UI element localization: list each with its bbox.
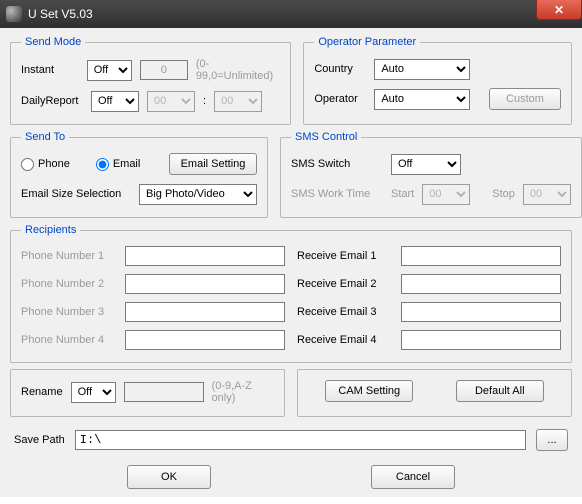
email-radio-label: Email	[113, 158, 141, 170]
phone3-label: Phone Number 3	[21, 306, 117, 318]
operator-legend: Operator Parameter	[314, 36, 420, 48]
instant-select[interactable]: Off	[87, 60, 132, 81]
country-select[interactable]: Auto	[374, 59, 470, 80]
email-size-label: Email Size Selection	[21, 188, 131, 200]
email3-label: Receive Email 3	[297, 306, 393, 318]
email3-input[interactable]	[401, 302, 561, 322]
send-to-group: Send To Phone Email Email Setting Email …	[10, 131, 268, 218]
instant-count-input	[140, 60, 188, 80]
email1-input[interactable]	[401, 246, 561, 266]
cam-setting-button[interactable]: CAM Setting	[325, 380, 413, 402]
phone1-input	[125, 246, 285, 266]
email2-label: Receive Email 2	[297, 278, 393, 290]
cancel-button[interactable]: Cancel	[371, 465, 455, 489]
email-radio[interactable]: Email	[96, 158, 141, 171]
send-mode-legend: Send Mode	[21, 36, 85, 48]
time-separator: :	[203, 95, 206, 107]
sms-control-group: SMS Control SMS Switch Off SMS Work Time…	[280, 131, 582, 218]
operator-label: Operator	[314, 93, 366, 105]
cam-default-group: CAM Setting Default All	[297, 369, 572, 417]
email2-input[interactable]	[401, 274, 561, 294]
dailyreport-label: DailyReport	[21, 95, 83, 107]
country-label: Country	[314, 63, 366, 75]
email-size-select[interactable]: Big Photo/Video	[139, 184, 257, 205]
send-to-legend: Send To	[21, 131, 69, 143]
phone4-input	[125, 330, 285, 350]
rename-input	[124, 382, 204, 402]
send-mode-group: Send Mode Instant Off (0-99,0=Unlimited)…	[10, 36, 291, 125]
email4-input[interactable]	[401, 330, 561, 350]
rename-hint: (0-9,A-Z only)	[212, 380, 274, 404]
instant-hint: (0-99,0=Unlimited)	[196, 58, 281, 82]
email4-label: Receive Email 4	[297, 334, 393, 346]
recipients-legend: Recipients	[21, 224, 80, 236]
custom-button: Custom	[489, 88, 561, 110]
email-setting-button[interactable]: Email Setting	[169, 153, 257, 175]
sms-start-select: 00	[422, 184, 470, 205]
phone1-label: Phone Number 1	[21, 250, 117, 262]
browse-button[interactable]: ...	[536, 429, 568, 451]
operator-select[interactable]: Auto	[374, 89, 470, 110]
window-title: U Set V5.03	[28, 7, 93, 21]
sms-stop-select: 00	[523, 184, 571, 205]
dailyreport-minute-select: 00	[214, 91, 262, 112]
phone3-input	[125, 302, 285, 322]
phone2-input	[125, 274, 285, 294]
sms-start-label: Start	[391, 188, 414, 200]
phone-radio-label: Phone	[38, 158, 70, 170]
sms-stop-label: Stop	[492, 188, 515, 200]
email1-label: Receive Email 1	[297, 250, 393, 262]
dailyreport-hour-select: 00	[147, 91, 195, 112]
app-icon	[6, 6, 22, 22]
rename-select[interactable]: Off	[71, 382, 116, 403]
sms-worktime-label: SMS Work Time	[291, 188, 383, 200]
title-bar: U Set V5.03 ✕	[0, 0, 582, 28]
dailyreport-select[interactable]: Off	[91, 91, 139, 112]
default-all-button[interactable]: Default All	[456, 380, 544, 402]
save-path-input[interactable]	[75, 430, 526, 450]
close-button[interactable]: ✕	[536, 0, 582, 20]
rename-group: Rename Off (0-9,A-Z only)	[10, 369, 285, 417]
save-path-label: Save Path	[14, 434, 65, 446]
rename-label: Rename	[21, 386, 63, 398]
recipients-group: Recipients Phone Number 1 Phone Number 2…	[10, 224, 572, 363]
sms-switch-select[interactable]: Off	[391, 154, 461, 175]
ok-button[interactable]: OK	[127, 465, 211, 489]
phone4-label: Phone Number 4	[21, 334, 117, 346]
sms-switch-label: SMS Switch	[291, 158, 383, 170]
close-icon: ✕	[554, 3, 564, 17]
sms-legend: SMS Control	[291, 131, 361, 143]
instant-label: Instant	[21, 64, 79, 76]
phone2-label: Phone Number 2	[21, 278, 117, 290]
phone-radio[interactable]: Phone	[21, 158, 70, 171]
operator-group: Operator Parameter Country Auto Operator…	[303, 36, 572, 125]
